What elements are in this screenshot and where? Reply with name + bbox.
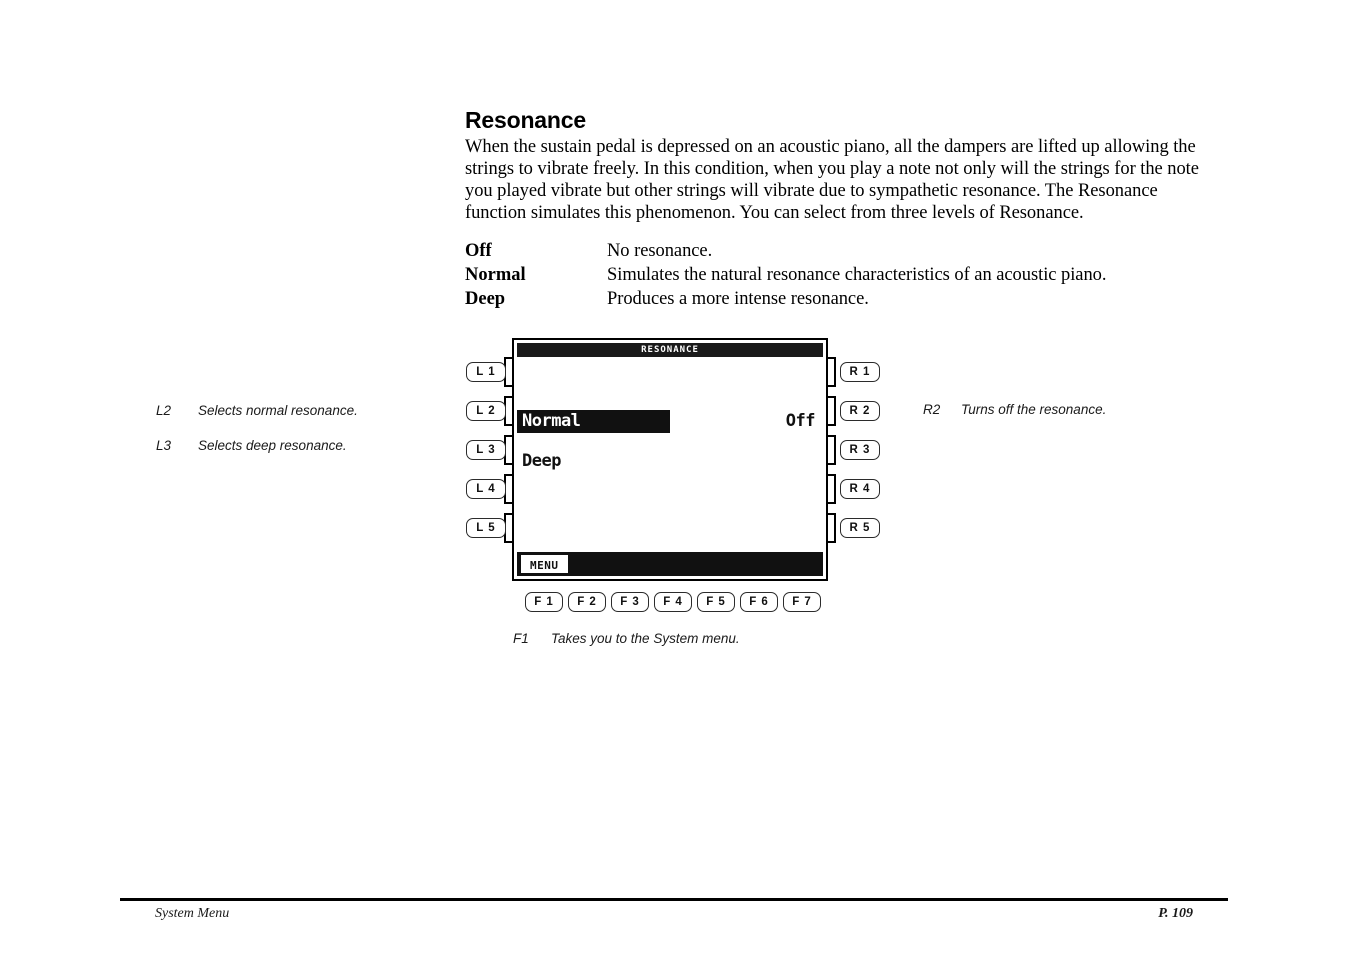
button-l4[interactable]: L 4 <box>466 479 506 499</box>
annotation-key: L3 <box>156 438 172 453</box>
annotation-text: Turns off the resonance. <box>961 402 1107 417</box>
button-r5[interactable]: R 5 <box>840 518 880 538</box>
button-r4[interactable]: R 4 <box>840 479 880 499</box>
button-f2[interactable]: F 2 <box>568 592 606 612</box>
annotation-r2: R2 Turns off the resonance. <box>923 402 1106 417</box>
list-item: Deep Produces a more intense resonance. <box>465 288 1225 312</box>
footer-section-label: System Menu <box>155 906 230 921</box>
button-r2[interactable]: R 2 <box>840 401 880 421</box>
footer-page-number: P. 109 <box>1158 906 1193 921</box>
connector-r3 <box>828 435 836 465</box>
button-r1[interactable]: R 1 <box>840 362 880 382</box>
page-title: Resonance <box>465 107 586 133</box>
definition-description: No resonance. <box>607 241 713 261</box>
button-l2[interactable]: L 2 <box>466 401 506 421</box>
lcd-option-off[interactable]: Off <box>786 410 816 433</box>
resonance-levels-list: Off No resonance. Normal Simulates the n… <box>465 240 1225 312</box>
connector-r1 <box>828 357 836 387</box>
button-f3[interactable]: F 3 <box>611 592 649 612</box>
definition-description: Simulates the natural resonance characte… <box>607 264 1107 285</box>
lcd-selected-option-normal[interactable]: Normal <box>517 410 670 433</box>
connector-r5 <box>828 513 836 543</box>
list-item: Off No resonance. <box>465 240 1225 264</box>
connector-r4 <box>828 474 836 504</box>
footer-divider <box>120 898 1228 901</box>
button-f4[interactable]: F 4 <box>654 592 692 612</box>
annotation-key: F1 <box>513 631 529 646</box>
button-f6[interactable]: F 6 <box>740 592 778 612</box>
button-f5[interactable]: F 5 <box>697 592 735 612</box>
lcd-option-deep[interactable]: Deep <box>522 450 561 473</box>
definition-term: Normal <box>465 264 526 285</box>
list-item: Normal Simulates the natural resonance c… <box>465 264 1225 288</box>
definition-term: Off <box>465 241 492 261</box>
annotation-text: Selects deep resonance. <box>198 438 347 453</box>
annotation-l3: L3 Selects deep resonance. <box>156 438 347 453</box>
button-r3[interactable]: R 3 <box>840 440 880 460</box>
lcd-screen: RESONANCE Normal Deep Off MENU <box>512 338 828 581</box>
annotation-key: R2 <box>923 402 941 417</box>
lcd-content-area: Normal Deep Off <box>517 357 823 552</box>
button-l5[interactable]: L 5 <box>466 518 506 538</box>
button-l3[interactable]: L 3 <box>466 440 506 460</box>
lcd-title-bar: RESONANCE <box>517 343 823 357</box>
definition-term: Deep <box>465 288 506 309</box>
intro-paragraph: When the sustain pedal is depressed on a… <box>465 137 1199 223</box>
button-f1[interactable]: F 1 <box>525 592 563 612</box>
annotation-l2: L2 Selects normal resonance. <box>156 403 358 418</box>
annotation-key: L2 <box>156 403 172 418</box>
annotation-text: Takes you to the System menu. <box>551 631 740 646</box>
lcd-menu-tab[interactable]: MENU <box>520 554 569 574</box>
button-l1[interactable]: L 1 <box>466 362 506 382</box>
annotation-f1: F1 Takes you to the System menu. <box>513 631 740 646</box>
annotation-text: Selects normal resonance. <box>198 403 358 418</box>
button-f7[interactable]: F 7 <box>783 592 821 612</box>
device-panel-diagram: RESONANCE Normal Deep Off MENU L 1 L 2 L… <box>463 335 883 620</box>
lcd-footer-bar: MENU <box>517 552 823 576</box>
definition-description: Produces a more intense resonance. <box>607 288 869 309</box>
connector-r2 <box>828 396 836 426</box>
